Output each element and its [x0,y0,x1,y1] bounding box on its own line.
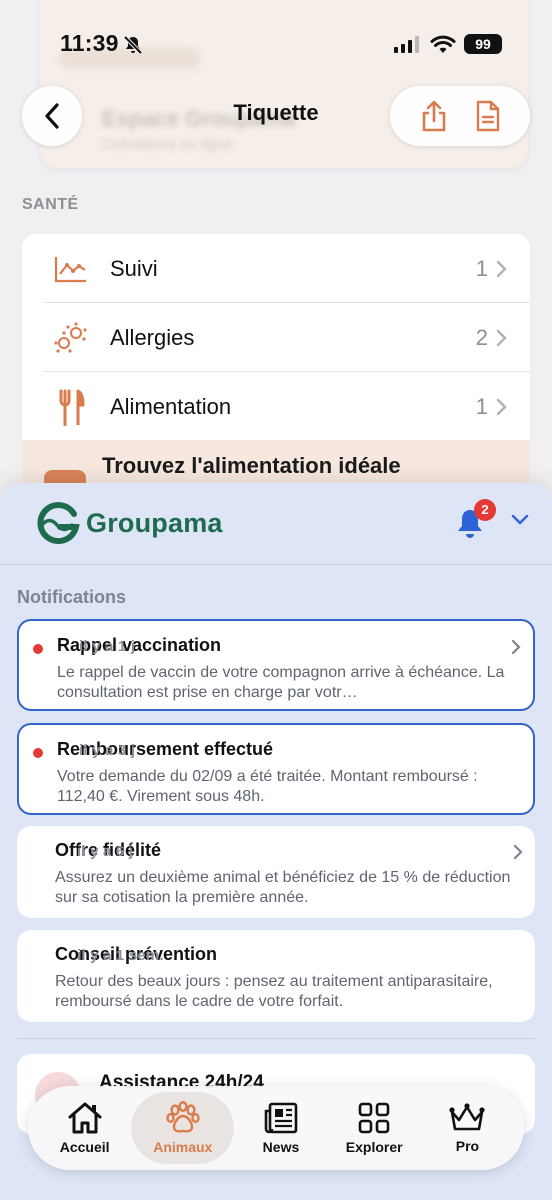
nav-actions [390,86,530,146]
section-label-sante: SANTÉ [22,196,79,213]
share-icon[interactable] [419,99,449,133]
health-item-count: 1 [475,393,488,419]
document-icon[interactable] [474,99,502,133]
tab-label: Accueil [59,1139,110,1155]
health-item-allergies[interactable]: Allergies 2 [22,303,530,372]
health-item-label: Allergies [110,324,195,350]
pollen-icon [54,321,87,353]
grid-icon [358,1102,390,1134]
tab-label: Pro [455,1138,480,1154]
chevron-left-icon [45,103,59,129]
health-item-suivi[interactable]: Suivi 1 [22,234,530,303]
chevron-right-icon [511,639,521,655]
status-bar: 11:39 99 [0,0,552,70]
bell-off-icon [123,35,143,55]
crown-icon [449,1103,486,1131]
unread-dot [33,644,43,654]
fork-knife-icon [59,389,85,426]
notification-count-badge: 2 [474,499,496,521]
tab-animaux[interactable]: Animaux [131,1092,235,1164]
notification-time: il y a 1 j [79,638,136,655]
notification-time: il y a 3 j [79,742,136,759]
notification-item[interactable]: Offre fidélité il y a 6 j Assurez un deu… [17,826,535,918]
unread-dot [33,748,43,758]
notification-body: Assurez un deuxième animal et bénéficiez… [55,869,511,906]
tab-news[interactable]: News [234,1092,327,1164]
battery-indicator: 99 [464,34,502,54]
sheet-header: Groupama 2 [0,483,552,565]
groupama-logo: Groupama [36,501,223,545]
chevron-right-icon [496,329,507,346]
chevron-right-icon [496,398,507,415]
chart-line-icon [54,256,86,282]
health-item-count: 1 [475,255,488,281]
groupama-logo-icon [37,502,80,545]
background-page: Espace Groupama Cotisations en ligne 11:… [0,0,552,560]
status-time: 11:39 [60,30,119,56]
notification-item[interactable]: Rappel vaccination il y a 1 j Le rappel … [17,619,535,711]
signal-icon [394,35,419,53]
notification-item[interactable]: Conseil prévention il y a 1 sem. Retour … [17,930,535,1022]
health-list: Suivi 1 Allergies 2 Alimentation 1 [22,234,530,444]
notification-time: il y a 1 sem. [77,947,164,964]
health-item-alimentation[interactable]: Alimentation 1 [22,372,530,441]
tab-explorer[interactable]: Explorer [328,1092,421,1164]
chevron-right-icon [496,260,507,277]
tab-bar: Accueil Animaux News Explorer Pro [28,1086,524,1170]
back-button[interactable] [22,86,82,146]
divider [17,1038,535,1039]
tab-accueil[interactable]: Accueil [38,1092,131,1164]
tab-pro[interactable]: Pro [421,1092,514,1164]
promo-text: Trouvez l'alimentation idéale [102,453,401,478]
health-item-label: Alimentation [110,393,232,419]
blurred-subtitle: Cotisations en ligne [102,136,233,153]
notification-body: Votre demande du 02/09 a été traitée. Mo… [57,768,478,805]
notifications-heading: Notifications [17,587,127,607]
chevron-down-icon[interactable] [510,513,530,527]
notification-time: il y a 6 j [77,843,134,860]
health-item-count: 2 [475,324,488,350]
paw-icon [166,1101,200,1133]
notification-item[interactable]: Remboursement effectué il y a 3 j Votre … [17,723,535,815]
notification-body: Retour des beaux jours : pensez au trait… [55,973,493,1010]
tab-label: Explorer [345,1139,403,1155]
newspaper-icon [264,1102,298,1134]
notification-body: Le rappel de vaccin de votre compagnon a… [57,664,505,701]
wifi-icon [430,35,456,53]
page-title: Tiquette [233,100,319,125]
home-icon [68,1102,102,1134]
chevron-right-icon [513,844,523,860]
brand-name: Groupama [86,507,223,538]
tab-label: Animaux [153,1139,213,1155]
tab-label: News [262,1139,300,1155]
health-item-label: Suivi [110,255,158,281]
